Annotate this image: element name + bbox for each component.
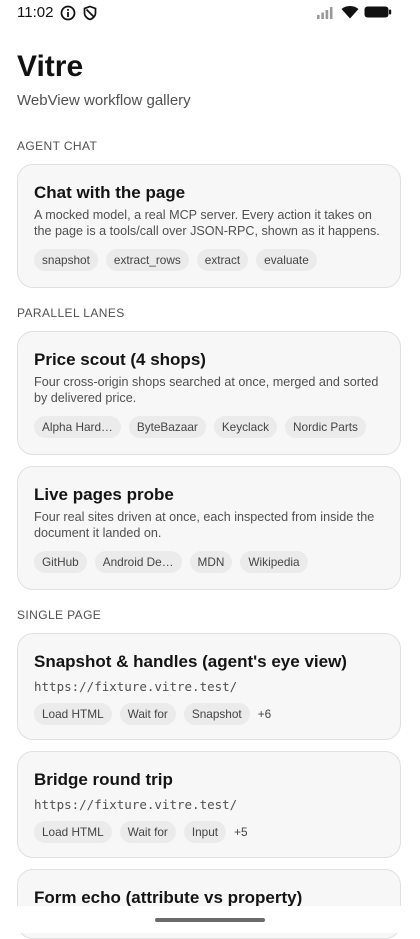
card-title: Live pages probe (34, 485, 174, 504)
card-bridge-round-trip[interactable]: Bridge round trip https://fixture.vitre.… (17, 751, 401, 858)
card-live-pages-probe[interactable]: Live pages probe Four real sites driven … (17, 466, 401, 590)
chip: Wait for (119, 821, 176, 843)
chip-row: Load HTML Wait for Snapshot +6 (34, 703, 384, 725)
chip: Input (183, 821, 227, 843)
chip: ByteBazaar (128, 416, 206, 438)
status-right-icons (316, 5, 392, 19)
chip: evaluate (256, 249, 317, 271)
chip: extract (196, 249, 249, 271)
card-snapshot-handles[interactable]: Snapshot & handles (agent's eye view) ht… (17, 633, 401, 740)
section-header-single-page: SINGLE PAGE (17, 608, 102, 622)
chip: MDN (189, 551, 233, 573)
card-chat-with-the-page[interactable]: Chat with the page A mocked model, a rea… (17, 164, 401, 288)
chip-row: GitHub Android De… MDN Wikipedia (34, 551, 384, 573)
chip: Alpha Hard… (34, 416, 121, 438)
section-header-agent-chat: AGENT CHAT (17, 139, 98, 153)
info-icon (60, 5, 76, 21)
chip-row: Alpha Hard… ByteBazaar Keyclack Nordic P… (34, 416, 384, 438)
chip: Wikipedia (240, 551, 308, 573)
chip: GitHub (34, 551, 87, 573)
chip: Keyclack (213, 416, 278, 438)
cellular-signal-icon (317, 7, 333, 19)
battery-icon (364, 6, 392, 18)
card-title: Bridge round trip (34, 770, 173, 789)
card-description: Four cross-origin shops searched at once… (34, 375, 379, 405)
card-url: https://fixture.vitre.test/ (34, 679, 238, 694)
card-title: Form echo (attribute vs property) (34, 888, 303, 907)
more-count: +6 (257, 707, 272, 721)
chip: Android De… (94, 551, 182, 573)
card-url: https://fixture.vitre.test/ (34, 797, 238, 812)
chip-row: snapshot extract_rows extract evaluate (34, 249, 384, 271)
status-time: 11:02 (17, 4, 54, 21)
chip: Load HTML (34, 703, 112, 725)
chip: extract_rows (105, 249, 189, 271)
chip-row: Load HTML Wait for Input +5 (34, 821, 384, 843)
chip: Snapshot (183, 703, 250, 725)
app-title: Vitre (17, 50, 84, 83)
more-count: +5 (234, 825, 248, 839)
app-subtitle: WebView workflow gallery (17, 92, 191, 109)
status-left-icons (60, 5, 98, 21)
section-header-parallel-lanes: PARALLEL LANES (17, 306, 125, 320)
card-price-scout[interactable]: Price scout (4 shops) Four cross-origin … (17, 331, 401, 455)
chip: Load HTML (34, 821, 112, 843)
chip: Nordic Parts (285, 416, 366, 438)
status-bar: 11:02 (0, 0, 420, 26)
home-indicator[interactable] (155, 918, 265, 922)
wifi-icon (341, 6, 359, 19)
card-description: A mocked model, a real MCP server. Every… (34, 208, 380, 238)
chip: Wait for (119, 703, 176, 725)
card-title: Price scout (4 shops) (34, 350, 206, 369)
shield-icon (83, 5, 97, 21)
card-title: Snapshot & handles (agent's eye view) (34, 652, 347, 671)
card-title: Chat with the page (34, 183, 186, 202)
chip: snapshot (34, 249, 98, 271)
card-description: Four real sites driven at once, each ins… (34, 510, 375, 540)
